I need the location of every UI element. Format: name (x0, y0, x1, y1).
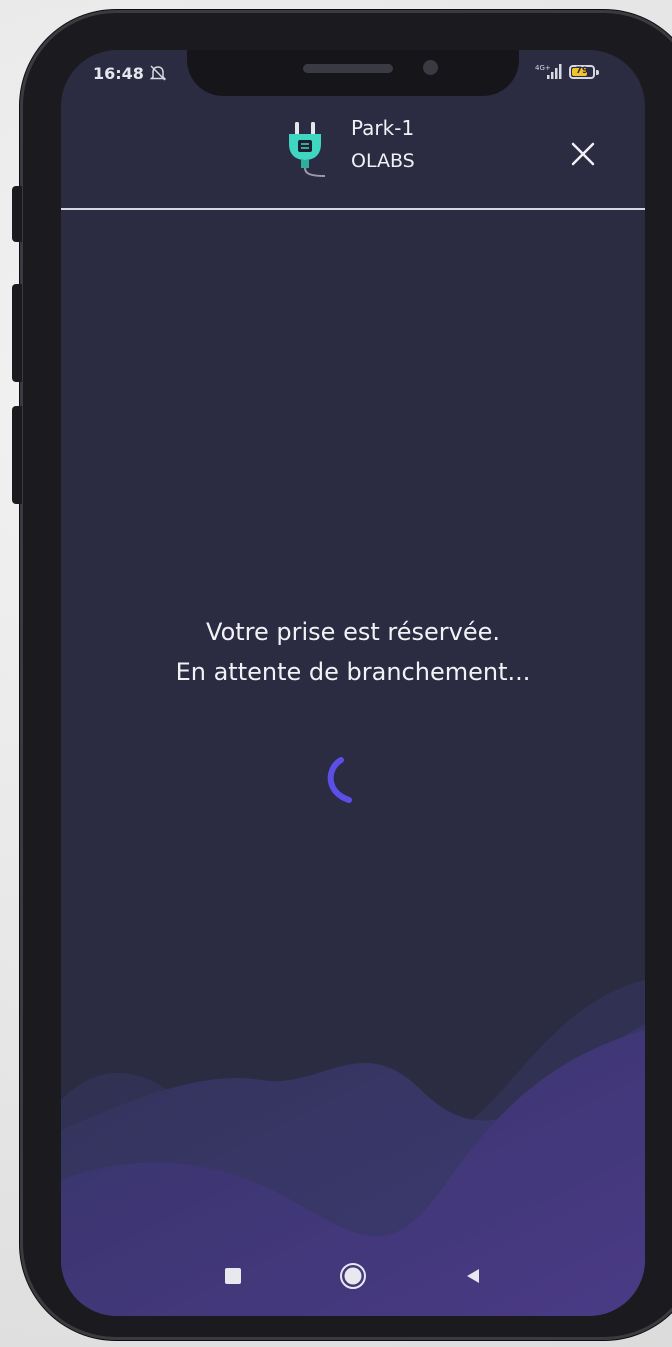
station-name: Park-1 (351, 116, 415, 140)
status-message: Votre prise est réservée. En attente de … (61, 612, 645, 692)
spinner-icon (327, 757, 352, 803)
front-camera (423, 60, 438, 75)
phone-screen: 16:48 4G+ 79 Park-1 OLABS Votre prise es… (61, 50, 645, 1316)
battery-tip (596, 70, 599, 75)
side-button-volume-up (12, 284, 22, 382)
back-button[interactable] (463, 1266, 483, 1286)
side-button-volume-down (12, 406, 22, 504)
stage: 16:48 4G+ 79 Park-1 OLABS Votre prise es… (0, 0, 672, 1347)
battery-percentage: 79 (575, 66, 589, 76)
station-header: Park-1 OLABS (61, 106, 645, 210)
bell-off-icon (149, 65, 167, 81)
network-label: 4G+ (535, 64, 551, 72)
signal-icon: 4G+ (535, 64, 562, 79)
side-button-action (12, 186, 22, 242)
station-operator: OLABS (351, 150, 415, 172)
status-time: 16:48 (93, 64, 144, 83)
close-icon[interactable] (561, 132, 605, 176)
message-line-reserved: Votre prise est réservée. (206, 618, 500, 646)
home-button[interactable] (339, 1262, 367, 1290)
message-line-waiting: En attente de branchement... (175, 658, 531, 686)
plug-icon (289, 122, 326, 177)
battery-icon: 79 (569, 65, 595, 79)
system-nav-bar (61, 1246, 645, 1316)
camera-notch (187, 50, 519, 96)
recents-button[interactable] (225, 1268, 241, 1284)
header-divider (61, 208, 645, 210)
speaker-grille (303, 64, 393, 73)
